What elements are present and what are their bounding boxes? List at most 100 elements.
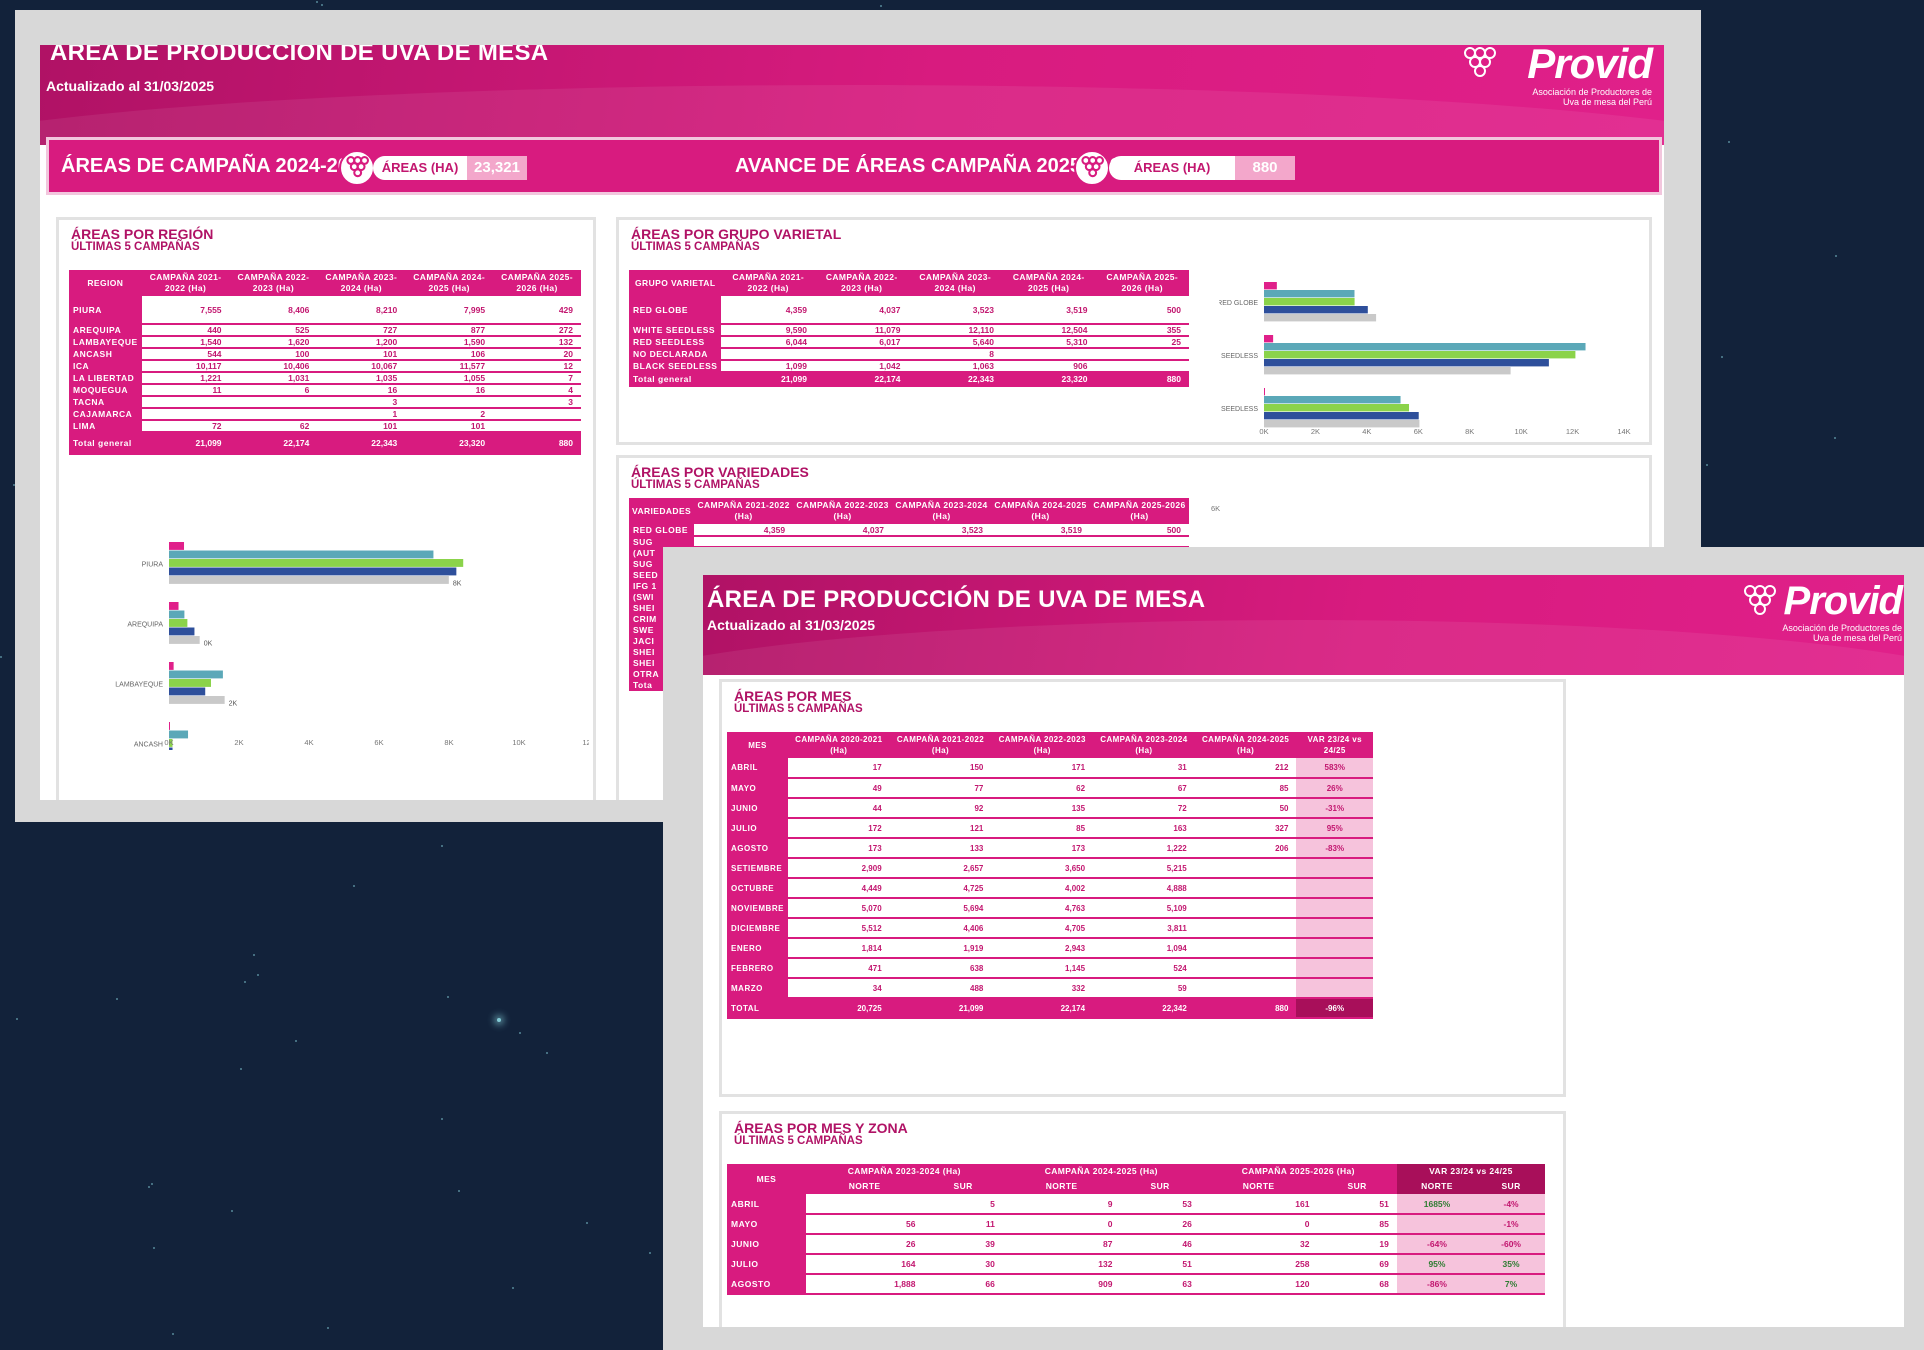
axis-tick-label: 2K xyxy=(234,738,243,747)
table-cell xyxy=(892,536,992,548)
column-header: VAR 23/24 vs 24/25 xyxy=(1396,1164,1545,1179)
updated-date: Actualizado al 31/03/2025 xyxy=(707,617,876,633)
bar xyxy=(169,567,457,576)
variation-cell xyxy=(1296,958,1373,979)
table-cell: 6,017 xyxy=(814,336,909,349)
total-cell: 22,174 xyxy=(991,998,1094,1019)
bar xyxy=(1264,412,1419,420)
table-row: OCTUBRE 4,449 4,725 4,002 4,888 xyxy=(727,878,1373,899)
star xyxy=(458,1190,461,1193)
table-row: LIMA 72 62 101 101 xyxy=(69,420,581,433)
table-cell xyxy=(1194,958,1297,979)
star xyxy=(230,1210,233,1213)
table-row: NO DECLARADA 8 xyxy=(629,348,1189,361)
category-label: ANCASH xyxy=(134,741,163,748)
star xyxy=(253,954,256,957)
total-cell: 21,099 xyxy=(721,372,815,387)
column-header: CAMPAÑA 2024-2025 (Ha) xyxy=(1194,732,1297,758)
table-cell: 4,359 xyxy=(694,524,794,537)
table-cell: 19 xyxy=(1317,1234,1397,1255)
row-label: ANCASH xyxy=(69,348,142,361)
bar xyxy=(169,679,211,687)
column-header: SUR xyxy=(1120,1179,1200,1194)
table-cell xyxy=(1194,938,1297,959)
bright-star xyxy=(497,1018,501,1022)
logo-tagline-1: Asociación de Productores de xyxy=(1782,623,1902,633)
table-cell: 2 xyxy=(405,408,494,421)
table-cell xyxy=(405,396,494,409)
table-cell: 66 xyxy=(923,1274,1003,1295)
bar xyxy=(169,636,200,644)
table-row: MOQUEGUA 11 6 16 16 4 xyxy=(69,384,581,397)
table-cell: 72 xyxy=(141,420,230,433)
variation-cell xyxy=(1296,978,1373,999)
category-label: RED SEEDLESS xyxy=(1219,406,1258,413)
column-header: CAMPAÑA 2021-2022 (Ha) xyxy=(721,270,815,296)
table-cell xyxy=(1095,348,1189,361)
column-header: SUR xyxy=(1477,1179,1545,1194)
table-cell: 132 xyxy=(1002,1254,1121,1275)
table-cell: 5,310 xyxy=(1001,336,1096,349)
table-cell: 909 xyxy=(1002,1274,1121,1295)
table-row: CAJAMARCA 1 2 xyxy=(69,408,581,421)
star xyxy=(16,1017,19,1020)
axis-tick-label: 14K xyxy=(1617,427,1630,436)
column-header: CAMPAÑA 2023-2024 (Ha) xyxy=(1093,732,1195,758)
bar xyxy=(169,542,185,550)
table-cell: 1,063 xyxy=(908,360,1002,373)
star xyxy=(152,1246,155,1249)
axis-tick-label: 0K xyxy=(164,738,173,747)
grape-icon xyxy=(1744,585,1776,615)
row-label: JUNIO xyxy=(727,1234,806,1255)
row-label: JULIO xyxy=(727,1254,806,1275)
table-row: AGOSTO 1,888 66 909 63 120 68 -86% 7% xyxy=(727,1274,1545,1295)
row-label: LIMA xyxy=(69,420,142,433)
front-dashboard-window[interactable]: ÁREA DE PRODUCCIÓN DE UVA DE MESA Actual… xyxy=(663,547,1924,1350)
variation-cell: 583% xyxy=(1296,758,1373,779)
row-label: OCTUBRE xyxy=(727,878,788,899)
variety-chart-tick: 6K xyxy=(1211,504,1221,513)
table-cell: 212 xyxy=(1194,758,1297,779)
total-row: TOTAL 20,725 21,099 22,174 22,342 880 -96% xyxy=(727,998,1373,1019)
table-cell: 1,055 xyxy=(405,372,494,385)
table-cell: 85 xyxy=(1317,1214,1397,1235)
table-cell: 6,044 xyxy=(721,336,815,349)
row-label: AGOSTO xyxy=(727,838,788,859)
star xyxy=(257,974,260,977)
row-label: Total general xyxy=(69,432,142,455)
bar xyxy=(169,687,206,696)
table-row: ENERO 1,814 1,919 2,943 1,094 xyxy=(727,938,1373,959)
row-label: NO DECLARADA xyxy=(629,348,722,361)
table-cell: 1,888 xyxy=(805,1274,924,1295)
row-label: LAMBAYEQUE xyxy=(69,336,142,349)
category-label: WHITE SEEDLESS xyxy=(1219,353,1258,360)
table-cell xyxy=(694,536,794,548)
table-cell: 150 xyxy=(889,758,992,779)
variation-cell: 95% xyxy=(1296,818,1373,839)
bar xyxy=(169,670,223,679)
row-label: SUG xyxy=(629,536,695,548)
table-cell: 12,110 xyxy=(908,324,1002,337)
table-cell: 9 xyxy=(1002,1194,1121,1215)
variation-cell: -4% xyxy=(1477,1194,1545,1215)
column-header: NORTE xyxy=(1199,1179,1318,1194)
axis-tick-label: 8K xyxy=(1465,427,1474,436)
star xyxy=(294,1040,297,1043)
table-cell: 3,519 xyxy=(991,524,1090,537)
table-cell xyxy=(1194,898,1297,919)
column-header: VAR 23/24 vs 24/25 xyxy=(1296,732,1373,758)
bar xyxy=(1264,351,1576,359)
table-cell: 1 xyxy=(317,408,406,421)
table-cell: 9,590 xyxy=(721,324,815,337)
panel-title: ÁREAS POR MES Y ZONA xyxy=(734,1120,908,1136)
table-cell: 4,002 xyxy=(991,878,1094,899)
bar xyxy=(169,619,188,627)
star xyxy=(244,980,247,983)
table-cell: 85 xyxy=(1194,778,1297,799)
table-cell: 173 xyxy=(787,838,890,859)
row-label: PIURA xyxy=(69,296,142,325)
table-cell: 1,200 xyxy=(317,336,406,349)
table-cell xyxy=(1194,918,1297,939)
axis-tick-label: 12K xyxy=(1566,427,1579,436)
column-header: MES xyxy=(727,1164,806,1194)
